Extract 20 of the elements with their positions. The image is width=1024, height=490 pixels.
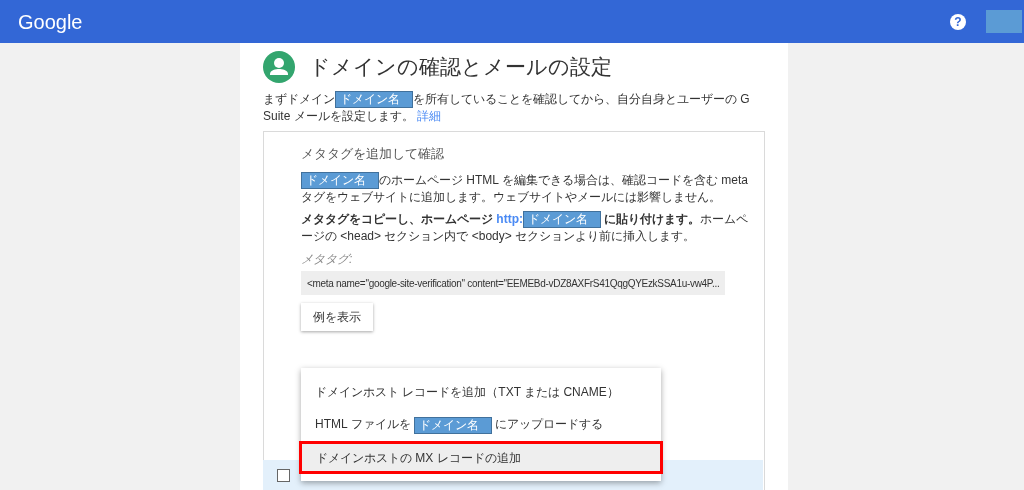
- show-example-button[interactable]: 例を表示: [301, 303, 373, 332]
- details-link[interactable]: 詳細: [417, 109, 442, 124]
- domain-mask: ドメイン名: [335, 91, 413, 109]
- domain-mask: ドメイン名: [523, 211, 601, 229]
- instruction-text: メタタグをコピーし、ホームページ http: ドメイン名 に貼り付けます。ホームページの <head> セクション内で <body> セクションより前に挿入します。: [301, 211, 750, 246]
- field-label: メタタグ:: [301, 251, 354, 269]
- menu-item[interactable]: HTML ファイルを ドメイン名 にアップロードする: [301, 408, 661, 441]
- checkbox[interactable]: [277, 468, 290, 482]
- description-text: ドメイン名 のホームページ HTML を編集できる場合は、確認コードを含む meta タグをウェブサイトに追加します。ウェブサイトやメールには影響しません。: [301, 171, 749, 207]
- domain-mask: ドメイン名: [301, 172, 379, 190]
- person-icon: [263, 51, 295, 83]
- help-icon[interactable]: ?: [950, 13, 966, 30]
- menu-item[interactable]: ドメインホストの MX レコードの追加: [299, 441, 663, 474]
- page-title: ドメインの確認とメールの設定: [309, 54, 612, 81]
- logo[interactable]: Google: [18, 6, 83, 37]
- intro-text: まずドメイン ドメイン名 を所有していることを確認してから、自分自身とユーザーの G Suite メールを設定します。 詳細: [263, 91, 751, 126]
- domain-mask: ドメイン名: [413, 416, 492, 434]
- meta-tag-field[interactable]: <meta name="google-site-verification" content="EEMEBd-vDZ8AXFrS41QqgQYEzkSSA1u-vw4P...: [301, 271, 726, 296]
- section-title: メタタグを追加して確認: [301, 145, 445, 164]
- menu-item[interactable]: ドメインホスト レコードを追加（TXT または CNAME）: [301, 375, 661, 408]
